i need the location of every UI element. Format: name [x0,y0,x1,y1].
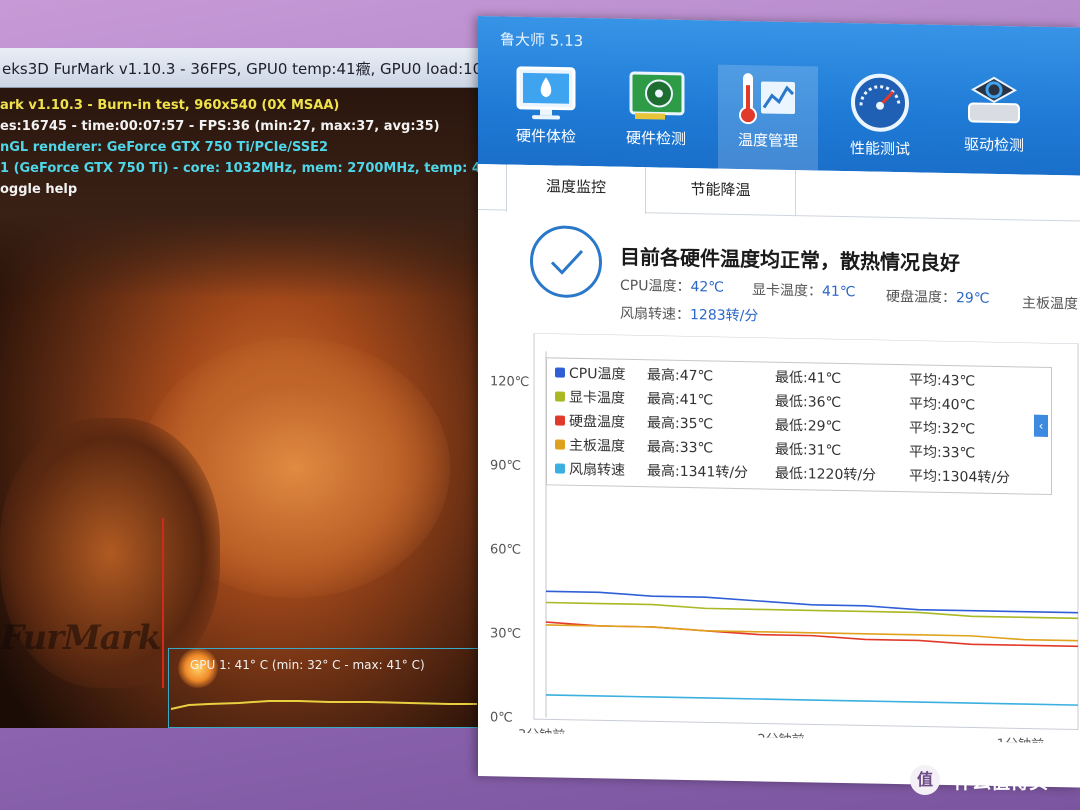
x-tick-label: 2分钟前 [757,731,804,743]
status-message: 目前各硬件温度均正常，散热情况良好 [620,244,960,276]
legend-collapse-button[interactable]: ‹ [1034,414,1048,437]
legend-swatch [555,367,565,378]
watermark: 值 什么值得买 [910,765,1048,795]
nav-performance-test[interactable]: 性能测试 [830,67,930,173]
chart-legend: CPU温度 最高:47℃ 最低:41℃ 平均:43℃ 显卡温度 最高:41℃ 最… [546,357,1052,496]
nav-driver-detect[interactable]: 驱动检测 [944,69,1044,175]
legend-swatch [555,415,565,426]
y-tick-label: 30℃ [490,626,521,642]
driver-gear-icon [968,76,1020,124]
tab-temperature-monitor[interactable]: 温度监控 [506,164,646,215]
nav-hardware-detect[interactable]: 硬件检测 [606,62,706,168]
cpu-temp-readout: CPU温度：42℃ [620,277,725,296]
watermark-text: 什么值得买 [953,770,1049,793]
nav-label: 性能测试 [849,139,910,159]
tab-energy-saving-cooling[interactable]: 节能降温 [646,167,796,217]
disk-temp-readout: 硬盘温度：29℃ [886,288,990,307]
gpu-temp-graph-label: GPU 1: 41° C (min: 32° C - max: 41° C) [190,658,425,672]
furmark-window: eks3D FurMark v1.10.3 - 36FPS, GPU0 temp… [0,38,478,728]
status-ok-badge [530,224,602,299]
x-tick-label: 1分钟前 [997,736,1044,744]
furmark-render-area: ark v1.10.3 - Burn-in test, 960x540 (0X … [0,88,478,728]
y-tick-label: 90℃ [490,458,521,474]
watermark-logo-icon: 值 [910,765,940,795]
legend-swatch [555,439,565,450]
thermometer-chart-icon [739,73,795,125]
ludashi-header: 鲁大师 5.13 硬件体检 硬件检测 温度管理 性能测试 驱动检测 [478,16,1080,176]
furmark-info-line: oggle help [0,182,78,197]
monitor-icon [516,66,576,120]
furmark-info-line: ark v1.10.3 - Burn-in test, 960x540 (0X … [0,98,340,113]
ludashi-window: 鲁大师 5.13 硬件体检 硬件检测 温度管理 性能测试 驱动检测 温度监控 节… [478,16,1080,788]
x-tick-label: 3分钟前 [518,727,565,744]
furmark-title-bar[interactable]: eks3D FurMark v1.10.3 - 36FPS, GPU0 temp… [0,48,478,88]
furmark-logo: FurMark [0,618,161,658]
gauge-icon [851,73,909,132]
legend-swatch [555,391,565,402]
nav-label: 温度管理 [737,130,798,151]
fan-speed-readout: 风扇转速：1283转/分 [620,305,759,325]
board-temp-readout: 主板温度 [1022,295,1078,313]
checkmark-icon [550,249,584,275]
legend-swatch [555,463,565,474]
furmark-info-line: es:16745 - time:00:07:57 - FPS:36 (min:2… [0,119,440,134]
y-tick-label: 0℃ [490,710,513,725]
graphics-card-icon [629,71,685,120]
furmark-info-line: 1 (GeForce GTX 750 Ti) - core: 1032MHz, … [0,161,478,176]
nav-label: 硬件体检 [515,126,576,146]
y-tick-label: 120℃ [490,374,529,390]
nav-temperature-management[interactable]: 温度管理 [718,64,818,171]
furmark-info-line: nGL renderer: GeForce GTX 750 Ti/PCIe/SS… [0,140,329,155]
nav-label: 驱动检测 [963,135,1024,155]
nav-label: 硬件检测 [625,128,686,148]
app-title: 鲁大师 5.13 [500,30,584,51]
gpu-temp-readout: 显卡温度：41℃ [752,282,856,301]
y-tick-label: 60℃ [490,542,521,558]
nav-hardware-checkup[interactable]: 硬件体检 [496,60,596,166]
